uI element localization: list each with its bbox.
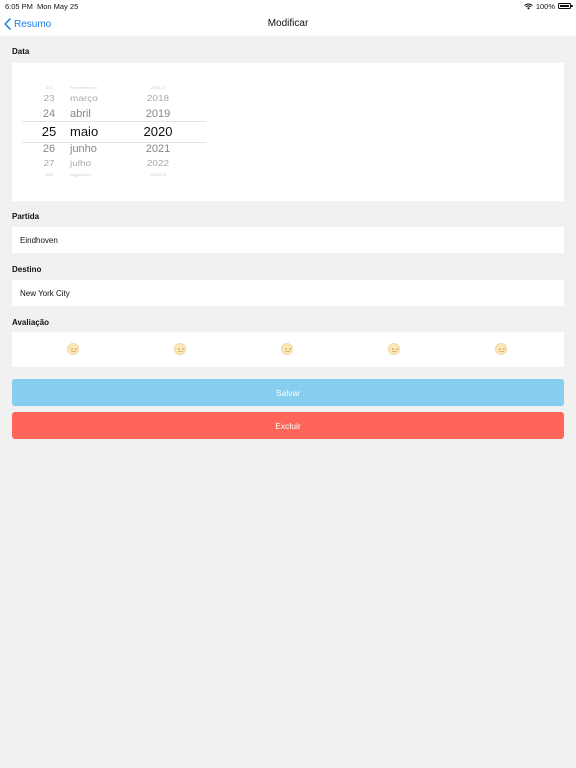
wifi-icon — [524, 3, 533, 9]
battery-icon — [558, 3, 573, 9]
picker-day: 23 — [43, 94, 55, 104]
picker-year: 2017 — [150, 86, 166, 91]
status-date: Mon May 25 — [37, 1, 79, 11]
save-button[interactable]: Salvar — [12, 379, 564, 406]
picker-row[interactable]: 28 agosto 2023 — [12, 173, 212, 181]
picker-year: 2020 — [143, 124, 173, 139]
picker-day: 25 — [41, 124, 57, 139]
picker-row-selected[interactable]: 25 maio 2020 — [12, 124, 212, 139]
picker-row[interactable]: 24 abril 2019 — [12, 108, 212, 123]
neutral-face-icon[interactable] — [174, 343, 186, 355]
picker-year: 2018 — [146, 94, 170, 104]
rating-label: Avaliação — [12, 318, 50, 327]
picker-month: agosto — [70, 173, 92, 178]
date-picker[interactable]: 22 fevereiro 2017 23 março 2018 24 abril… — [12, 63, 564, 201]
picker-month: fevereiro — [70, 86, 98, 91]
picker-day: 24 — [42, 108, 56, 120]
status-time: 6:05 PM — [5, 1, 33, 11]
status-bar: 6:05 PM Mon May 25 100% — [0, 0, 576, 12]
picker-year: 2019 — [145, 108, 171, 120]
neutral-face-icon[interactable] — [281, 343, 293, 355]
picker-row[interactable]: 26 junho 2021 — [12, 143, 212, 158]
picker-year: 2022 — [146, 159, 170, 169]
picker-year: 2023 — [150, 173, 166, 178]
picker-year: 2021 — [145, 143, 171, 155]
neutral-face-icon[interactable] — [67, 343, 79, 355]
picker-month: abril — [70, 108, 91, 120]
status-indicators: 100% — [524, 1, 573, 11]
picker-row[interactable]: 23 março 2018 — [12, 94, 212, 107]
picker-day: 26 — [42, 143, 56, 155]
neutral-face-icon[interactable] — [495, 343, 507, 355]
rating-selector — [12, 332, 564, 367]
departure-label: Partida — [12, 212, 40, 221]
picker-row[interactable]: 27 julho 2022 — [12, 159, 212, 172]
battery-percent: 100% — [535, 1, 555, 11]
destination-label: Destino — [12, 265, 42, 274]
picker-day: 28 — [45, 173, 53, 178]
picker-day: 27 — [43, 159, 55, 169]
picker-month: julho — [70, 159, 92, 169]
date-label: Data — [12, 47, 30, 56]
departure-input[interactable] — [12, 227, 564, 253]
picker-month: maio — [70, 124, 99, 139]
neutral-face-icon[interactable] — [388, 343, 400, 355]
page-title: Modificar — [267, 18, 309, 29]
delete-button[interactable]: Excluir — [12, 412, 564, 439]
picker-month: março — [70, 94, 98, 104]
picker-month: junho — [70, 143, 97, 155]
nav-bar: Resumo Modificar — [0, 12, 576, 36]
picker-day: 22 — [45, 86, 53, 91]
destination-input[interactable] — [12, 280, 564, 306]
